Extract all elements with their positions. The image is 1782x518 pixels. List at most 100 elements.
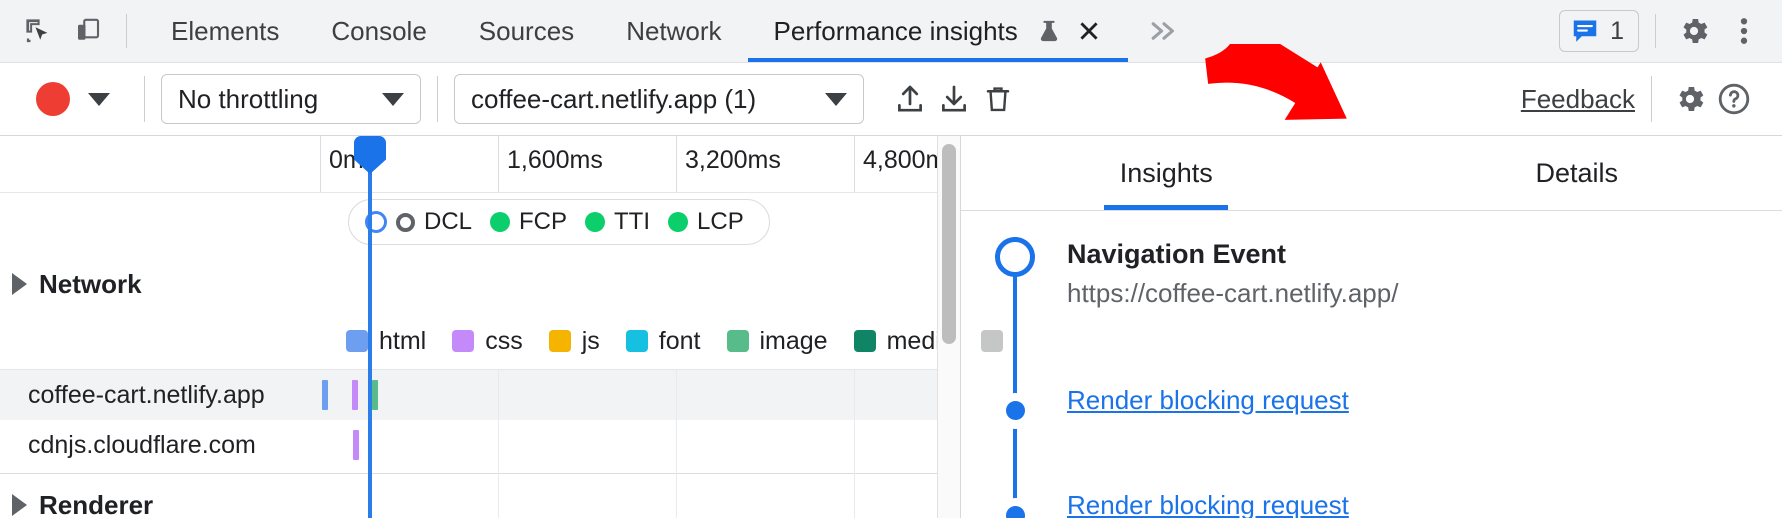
marker-tti[interactable]: TTI <box>576 208 659 236</box>
device-toolbar-icon[interactable] <box>66 9 110 53</box>
console-messages-badge[interactable]: 1 <box>1559 10 1639 52</box>
navigation-event-url: https://coffee-cart.netlify.app/ <box>1067 276 1782 311</box>
legend-js-swatch <box>549 330 571 352</box>
gear-icon <box>1673 82 1707 116</box>
download-profile-button[interactable] <box>932 77 976 121</box>
target-page-select[interactable]: coffee-cart.netlify.app (1) <box>454 74 864 124</box>
marker-fcp[interactable]: FCP <box>481 208 576 236</box>
chevron-down-icon <box>88 93 110 106</box>
clear-recording-button[interactable] <box>976 77 1020 121</box>
feedback-link[interactable]: Feedback <box>1521 84 1635 115</box>
legend-image-swatch <box>727 330 749 352</box>
tab-elements-label: Elements <box>171 16 279 47</box>
request-bar-css <box>353 430 359 460</box>
chevron-down-icon <box>825 93 847 106</box>
control-divider-1 <box>144 76 145 122</box>
throttling-value: No throttling <box>178 84 318 115</box>
request-bar-html <box>322 380 328 410</box>
legend-font: font <box>626 327 701 356</box>
timeline-scrollbar-thumb[interactable] <box>942 144 956 344</box>
tabbar-right-divider <box>1655 14 1656 48</box>
insight-rail <box>961 490 1067 518</box>
render-blocking-dot <box>1006 401 1025 420</box>
marker-tti-label: TTI <box>614 208 650 236</box>
markers-head-spacer <box>0 193 320 255</box>
main-area: 0ms 1,600ms 3,200ms 4,800m DCL <box>0 136 1782 518</box>
sidebar-tabs: Insights Details <box>961 136 1782 211</box>
tab-performance-insights[interactable]: Performance insights <box>748 0 1128 62</box>
request-name: coffee-cart.netlify.app <box>0 381 320 410</box>
navigation-event-node-icon <box>995 237 1035 277</box>
insight-render-blocking-1[interactable]: Render blocking request <box>961 385 1782 442</box>
insight-rail <box>961 385 1067 442</box>
tab-details[interactable]: Details <box>1372 136 1782 210</box>
render-blocking-node-icon <box>997 498 1033 518</box>
insight-render-blocking-2[interactable]: Render blocking request <box>961 490 1782 518</box>
perf-settings-gear-icon[interactable] <box>1668 77 1712 121</box>
marker-dcl[interactable]: DCL <box>387 208 481 236</box>
more-tabs-chevron-icon[interactable] <box>1128 0 1200 62</box>
table-row[interactable]: cdnjs.cloudflare.com <box>0 420 960 470</box>
table-row[interactable]: coffee-cart.netlify.app <box>0 370 960 420</box>
help-button[interactable] <box>1712 77 1756 121</box>
legend-css-swatch <box>452 330 474 352</box>
legend-html-swatch <box>346 330 368 352</box>
tab-insights[interactable]: Insights <box>961 136 1372 210</box>
tab-network-label: Network <box>626 16 721 47</box>
tabbar-right-tools: 1 <box>1559 0 1782 62</box>
timeline-tracks[interactable]: coffee-cart.netlify.app cdnjs.cloudflare… <box>0 370 960 518</box>
help-icon <box>1716 81 1752 117</box>
insight-content: Render blocking request <box>1067 490 1782 518</box>
upload-profile-button[interactable] <box>888 77 932 121</box>
marker-dcl-label: DCL <box>424 208 472 236</box>
more-options-icon[interactable] <box>1722 9 1766 53</box>
timing-markers-pill: DCL FCP TTI LCP <box>348 199 770 245</box>
tti-marker-icon <box>585 212 605 232</box>
legend-font-swatch <box>626 330 648 352</box>
tabbar-left-tools <box>0 0 137 62</box>
track-group-renderer[interactable]: Renderer <box>0 477 960 518</box>
render-blocking-request-link[interactable]: Render blocking request <box>1067 490 1349 518</box>
close-icon[interactable] <box>1076 18 1102 44</box>
settings-gear-icon[interactable] <box>1672 9 1716 53</box>
tab-elements[interactable]: Elements <box>145 0 305 62</box>
track-divider <box>0 473 960 474</box>
timeline-ruler[interactable]: 0ms 1,600ms 3,200ms 4,800m <box>320 136 1032 192</box>
devtools-tabbar: Elements Console Sources Network Perform… <box>0 0 1782 63</box>
tab-console[interactable]: Console <box>305 0 452 62</box>
record-options-dropdown[interactable] <box>70 81 128 118</box>
marker-lcp[interactable]: LCP <box>659 208 753 236</box>
legend-js-label: js <box>582 327 600 356</box>
message-icon <box>1570 16 1600 46</box>
message-count: 1 <box>1610 17 1624 46</box>
insight-rail <box>961 237 1067 337</box>
insights-sidebar: Insights Details Navigation Event https:… <box>961 136 1782 518</box>
insights-list: Navigation Event https://coffee-cart.net… <box>961 211 1782 518</box>
tab-network[interactable]: Network <box>600 0 747 62</box>
inspect-element-icon[interactable] <box>16 9 60 53</box>
timeline-scrollbar[interactable] <box>937 136 960 518</box>
record-button[interactable] <box>36 82 70 116</box>
request-bar-css <box>352 380 358 410</box>
tab-sources[interactable]: Sources <box>453 0 600 62</box>
legend-css-label: css <box>485 327 523 356</box>
gear-icon <box>1677 14 1711 48</box>
legend-html-label: html <box>379 327 426 356</box>
render-blocking-request-link[interactable]: Render blocking request <box>1067 385 1349 416</box>
navigation-event-title: Navigation Event <box>1067 237 1782 272</box>
performance-control-bar: No throttling coffee-cart.netlify.app (1… <box>0 63 1782 136</box>
ruler-head-spacer <box>0 136 320 192</box>
track-group-network[interactable]: Network <box>0 255 960 313</box>
device-toolbar-glyph <box>73 16 103 46</box>
render-blocking-node-icon <box>997 393 1033 429</box>
throttling-select[interactable]: No throttling <box>161 74 421 124</box>
flask-icon <box>1036 17 1062 45</box>
control-divider-2 <box>437 76 438 122</box>
track-group-network-label: Network <box>39 269 142 300</box>
chevron-down-icon <box>382 93 404 106</box>
tab-details-label: Details <box>1535 158 1618 189</box>
track-group-renderer-label: Renderer <box>39 490 153 518</box>
tab-insights-label: Insights <box>1120 158 1213 189</box>
insight-content: Navigation Event https://coffee-cart.net… <box>1067 237 1782 337</box>
insight-navigation-event[interactable]: Navigation Event https://coffee-cart.net… <box>961 237 1782 337</box>
